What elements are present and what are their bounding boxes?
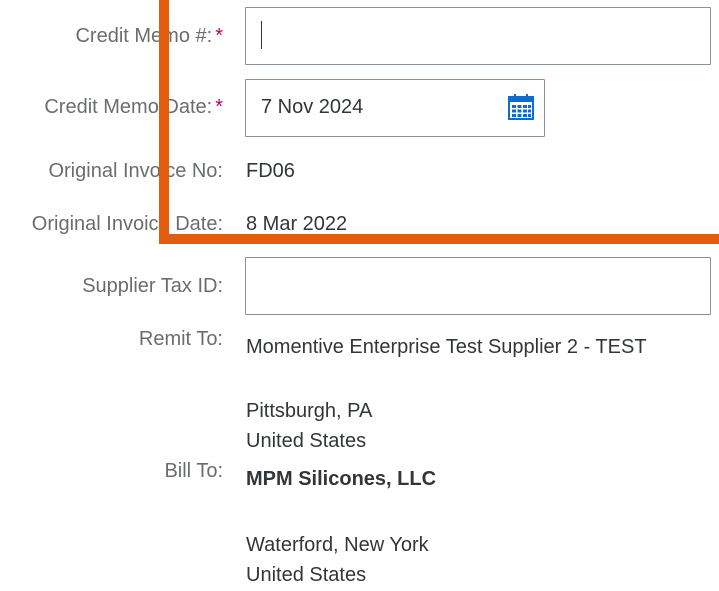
bill-to-label: Bill To: <box>164 460 223 482</box>
bill-to-country: United States <box>246 564 367 586</box>
supplier-tax-id-input[interactable] <box>245 257 711 315</box>
supplier-tax-id-label: Supplier Tax ID: <box>82 275 223 297</box>
credit-memo-number-input[interactable] <box>245 7 711 65</box>
credit-memo-number-label: Credit Memo #: * <box>75 25 223 47</box>
original-invoice-no-value: FD06 <box>246 160 295 182</box>
bill-to-city-state: Waterford, New York <box>246 534 429 556</box>
required-mark: * <box>215 25 223 47</box>
remit-to-country: United States <box>246 430 367 452</box>
calendar-icon[interactable] <box>508 94 534 120</box>
credit-memo-date-value: 7 Nov 2024 <box>261 96 364 118</box>
remit-to-name: Momentive Enterprise Test Supplier 2 - T… <box>246 336 647 358</box>
remit-to-label: Remit To: <box>138 328 223 350</box>
credit-memo-date-input[interactable]: 7 Nov 2024 <box>245 79 545 137</box>
original-invoice-date-value: 8 Mar 2022 <box>246 213 348 235</box>
bill-to-name: MPM Silicones, LLC <box>246 468 437 490</box>
text-caret <box>261 21 262 49</box>
required-mark: * <box>215 96 223 118</box>
original-invoice-date-label: Original Invoice Date: <box>31 213 223 235</box>
remit-to-city-state: Pittsburgh, PA <box>246 400 373 422</box>
original-invoice-no-label: Original Invoice No: <box>48 160 223 182</box>
credit-memo-date-label: Credit Memo Date: * <box>44 96 223 118</box>
